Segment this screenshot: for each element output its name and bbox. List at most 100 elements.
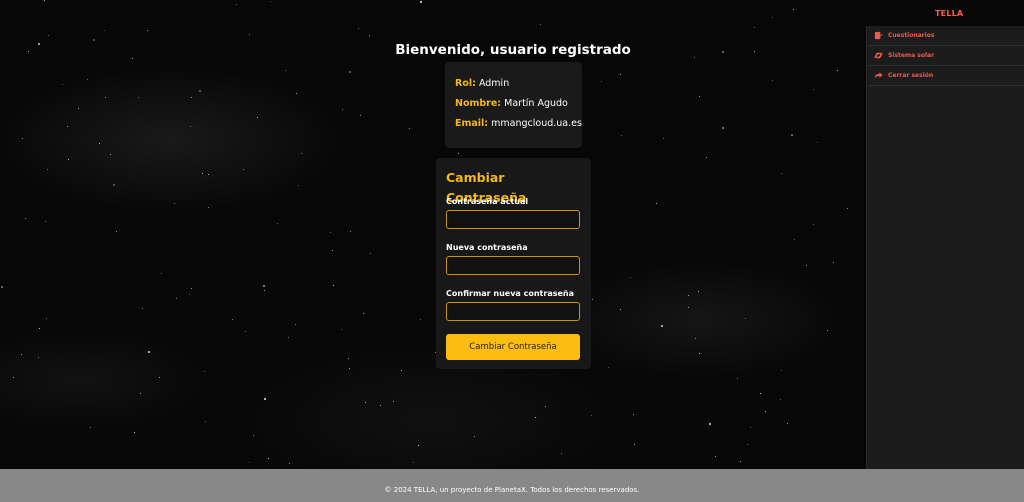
star [369,35,370,36]
star [360,115,361,116]
confirm-password-input[interactable] [446,302,580,321]
star [270,1,271,2]
star [699,353,700,354]
star [138,97,139,98]
star [418,445,419,446]
star [409,128,410,129]
menu-item-sistema-solar[interactable]: Sistema solar [867,46,1024,66]
menu-item-label: Sistema solar [888,52,935,59]
menu-item-cuestionarios[interactable]: Cuestionarios [867,26,1024,46]
star [208,207,209,208]
star [348,358,349,359]
star [745,318,746,319]
star [249,462,250,463]
name-label: Nombre: [455,98,502,109]
star [264,290,265,291]
star [174,203,175,204]
star [688,307,689,308]
menu-item-cerrar-sesion[interactable]: Cerrar sesión [867,66,1024,86]
brand-logo[interactable]: TELLA [935,9,963,18]
star [765,411,766,412]
star [458,153,459,154]
confirm-password-label: Confirmar nueva contraseña [446,289,574,298]
role-label: Rol: [455,78,476,89]
star [99,143,100,144]
welcome-title: Bienvenido, usuario registrado [395,42,631,58]
star [295,324,296,325]
star [754,27,755,28]
star [370,253,371,254]
star [245,331,246,332]
star [190,126,191,127]
star [204,371,205,372]
star [288,337,289,338]
star [208,174,209,175]
star [330,232,331,233]
star [202,173,203,174]
star [341,329,342,330]
star [634,444,635,445]
star [110,154,111,155]
star [21,354,22,355]
star [772,17,773,18]
star [656,203,657,204]
star [249,34,250,35]
star [38,43,40,45]
star [722,127,724,129]
star [232,319,233,320]
star [695,338,696,339]
star [793,9,794,10]
star [285,70,286,71]
star [253,435,254,436]
star [44,0,45,1]
star [420,1,422,3]
email-value: mmangcloud.ua.es [491,118,582,129]
star [134,432,135,433]
star [661,325,663,327]
star [474,436,475,437]
profile-email-row: Email: mmangcloud.ua.es [455,116,582,136]
star [350,231,351,232]
star [393,401,394,402]
star [47,169,48,170]
star [760,393,761,394]
star [105,97,106,98]
star [236,4,237,5]
star [147,30,148,31]
star [698,291,699,292]
star [781,370,782,371]
new-password-label: Nueva contraseña [446,243,528,252]
star [22,138,23,139]
current-password-input[interactable] [446,210,580,229]
star [699,96,700,97]
new-password-input[interactable] [446,256,580,275]
star [688,295,689,296]
star [199,90,201,92]
star [116,231,117,232]
star [68,159,69,160]
star [608,367,609,368]
footer: © 2024 TELLA, un proyecto de PlanetaX. T… [0,469,1024,502]
star [132,58,133,59]
change-password-card: Cambiar Contraseña Contraseña actual Nue… [436,158,591,369]
star [794,239,795,240]
star [62,84,63,85]
star [140,393,141,394]
star [694,57,695,58]
star [847,208,848,209]
star [243,169,244,170]
star [38,357,39,358]
change-password-button[interactable]: Cambiar Contraseña [446,334,580,360]
star [159,377,160,378]
star [296,93,297,94]
star [349,71,351,73]
star [740,461,741,462]
change-password-title: Cambiar Contraseña [446,170,527,205]
star [289,463,290,464]
star [90,427,91,428]
star [46,318,47,319]
email-label: Email: [455,118,489,129]
star [750,427,751,428]
star [787,423,788,424]
star [142,308,143,309]
